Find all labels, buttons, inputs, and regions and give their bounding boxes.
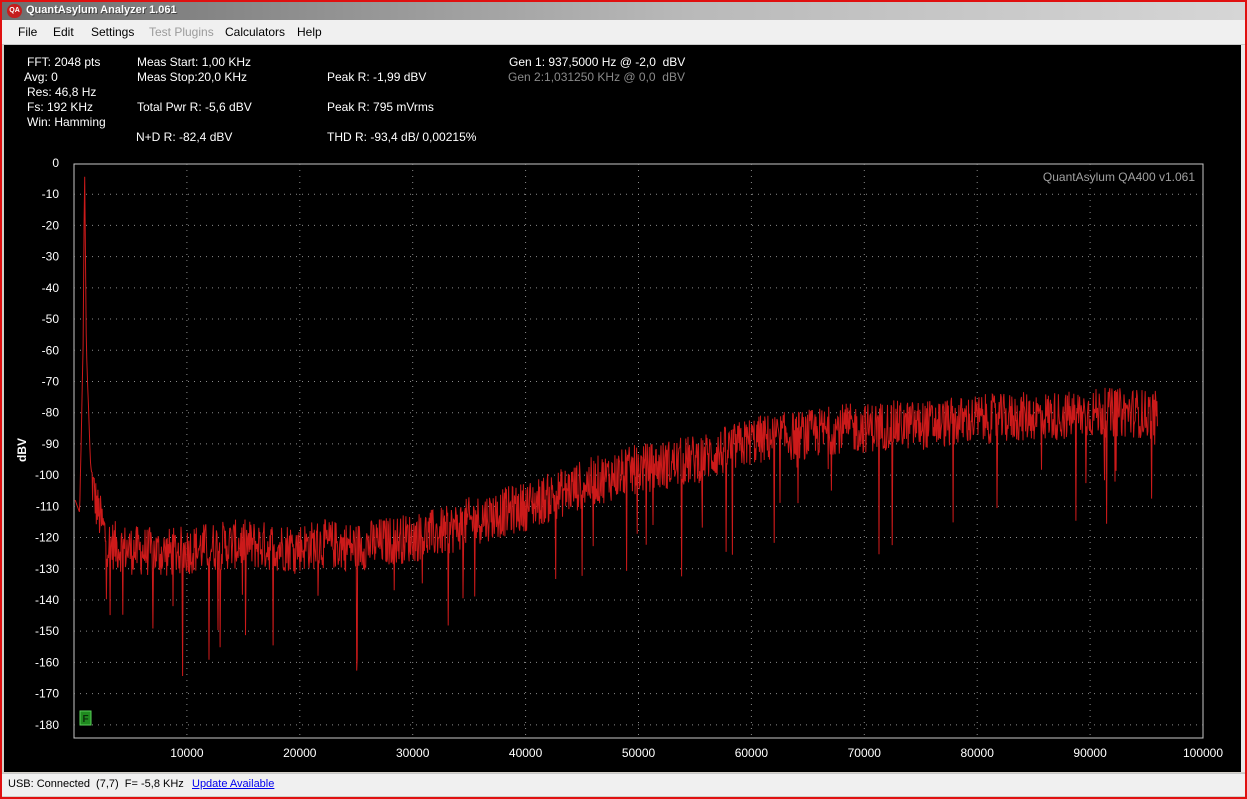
title-bar[interactable]: QA QuantAsylum Analyzer 1.061	[2, 2, 1245, 20]
window-title: QuantAsylum Analyzer 1.061	[26, 4, 177, 16]
chart-watermark: QuantAsylum QA400 v1.061	[1043, 170, 1195, 184]
x-tick-label: 40000	[509, 746, 543, 760]
plot-frame	[73, 163, 1204, 739]
y-tick-label: -170	[35, 687, 59, 701]
x-tick-label: 10000	[170, 746, 204, 760]
spectrum-trace	[74, 176, 1158, 677]
y-tick-label: -40	[42, 281, 60, 295]
y-tick-label: -50	[42, 312, 60, 326]
y-tick-label: -150	[35, 624, 59, 638]
menu-help[interactable]: Help	[297, 25, 322, 39]
x-tick-label: 30000	[396, 746, 430, 760]
menu-bar: File Edit Settings Test Plugins Calculat…	[2, 20, 1245, 45]
y-tick-label: -110	[36, 499, 59, 513]
y-tick-label: -90	[42, 437, 60, 451]
y-axis-label: dBV	[15, 438, 29, 462]
y-tick-label: -10	[42, 187, 60, 201]
update-link[interactable]: Update Available	[192, 778, 274, 790]
marker-label: F	[82, 714, 88, 725]
x-tick-label: 20000	[283, 746, 317, 760]
menu-edit[interactable]: Edit	[53, 25, 74, 39]
y-tick-label: -140	[35, 593, 59, 607]
y-tick-label: -100	[35, 468, 59, 482]
y-tick-label: -60	[42, 343, 60, 357]
status-bar: USB: Connected (7,7) F= -5,8 KHz Update …	[2, 773, 1245, 796]
analyzer-panel: FFT: 2048 pts Avg: 0 Res: 46,8 Hz Fs: 19…	[4, 45, 1241, 772]
x-tick-label: 60000	[735, 746, 769, 760]
x-tick-label: 90000	[1073, 746, 1107, 760]
y-tick-label: -130	[35, 562, 59, 576]
right-edge	[1241, 45, 1245, 772]
spectrum-chart[interactable]: 0 -10 -20 -30 -40 -50 -60 -70 -80 -90 -100 -110 -120…	[4, 45, 1241, 772]
y-tick-label: -30	[42, 250, 60, 264]
y-tick-label: -20	[42, 218, 60, 232]
menu-calculators[interactable]: Calculators	[225, 25, 285, 39]
y-tick-label: 0	[52, 156, 59, 170]
menu-test-plugins: Test Plugins	[149, 25, 214, 39]
x-tick-label: 70000	[848, 746, 882, 760]
x-tick-label: 100000	[1183, 746, 1223, 760]
y-tick-label: -180	[35, 718, 59, 732]
usb-status: USB: Connected (7,7) F= -5,8 KHz	[8, 778, 184, 790]
y-tick-label: -160	[35, 655, 59, 669]
app-icon: QA	[7, 4, 22, 18]
x-tick-label: 80000	[961, 746, 995, 760]
y-tick-label: -120	[35, 531, 59, 545]
app-window: QA QuantAsylum Analyzer 1.061 File Edit …	[0, 0, 1247, 799]
y-tick-label: -80	[42, 406, 60, 420]
x-tick-label: 50000	[622, 746, 656, 760]
y-tick-label: -70	[42, 374, 60, 388]
menu-settings[interactable]: Settings	[91, 25, 134, 39]
menu-file[interactable]: File	[18, 25, 37, 39]
